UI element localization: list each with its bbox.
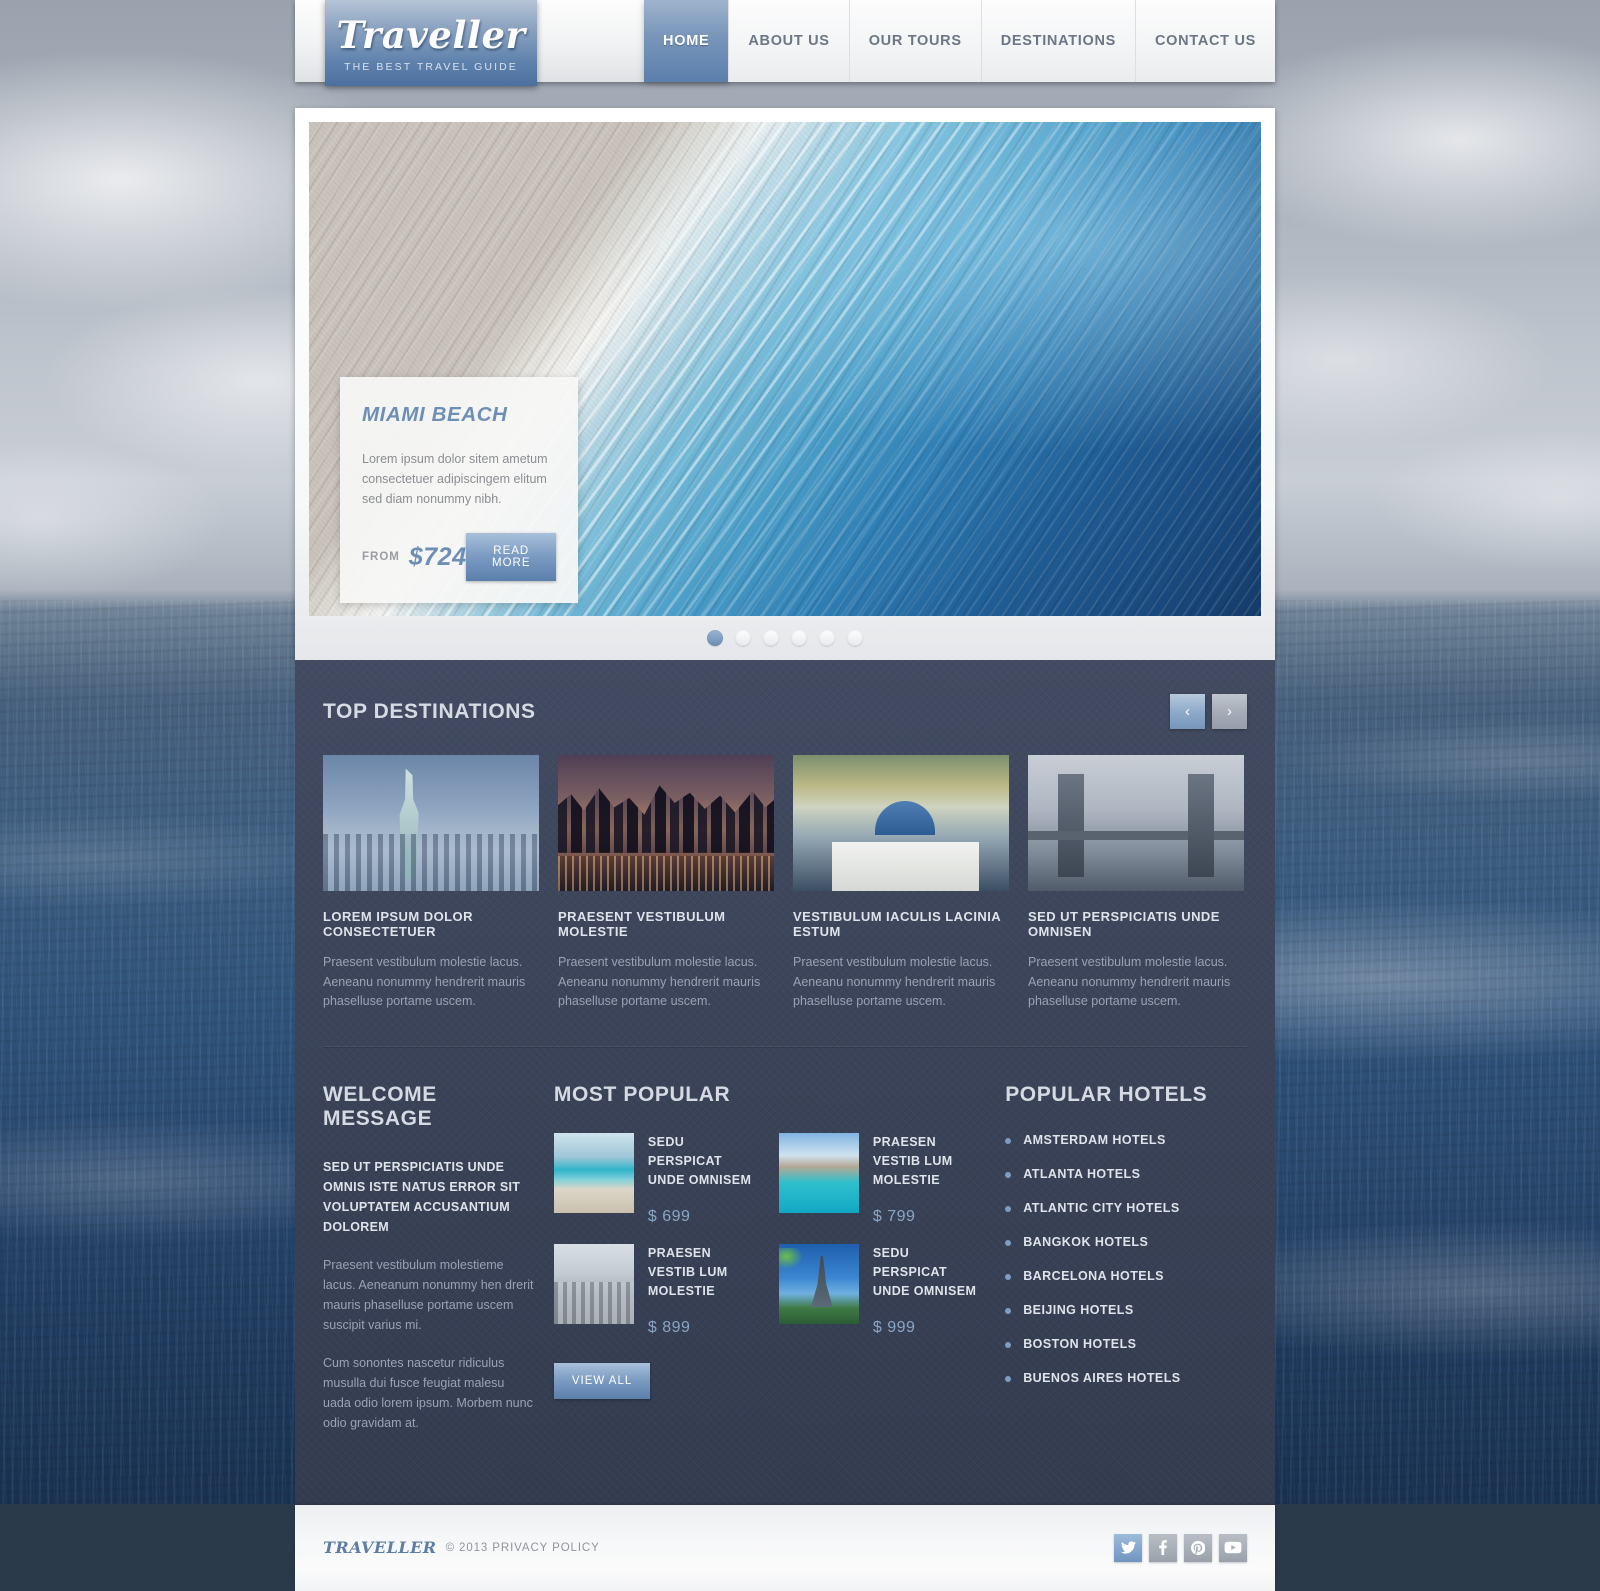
destination-card-title: SED UT PERSPICIATIS UNDE OMNISEN xyxy=(1028,909,1220,939)
logo-tagline: THE BEST TRAVEL GUIDE xyxy=(344,61,518,73)
price-from-label: FROM xyxy=(362,551,400,563)
site-container: Traveller THE BEST TRAVEL GUIDE HOME ABO… xyxy=(295,0,1275,1591)
hotel-link-beijing[interactable]: BEIJING HOTELS xyxy=(1005,1303,1247,1317)
eiffel-tower-photo xyxy=(778,1243,859,1324)
popular-item[interactable]: PRAESEN VESTIB LUM MOLESTIE $ 799 xyxy=(778,1132,982,1226)
destination-card-text: Praesent vestibulum molestie lacus. Aene… xyxy=(793,955,996,1008)
slide-title: MIAMI BEACH xyxy=(362,403,508,426)
slider-dot-5[interactable] xyxy=(819,630,835,646)
hotel-link-bangkok[interactable]: BANGKOK HOTELS xyxy=(1005,1235,1247,1249)
slide-description: Lorem ipsum dolor sitem ametum consectet… xyxy=(362,452,548,506)
chevron-right-icon[interactable]: › xyxy=(1212,694,1247,729)
top-destinations-title: TOP DESTINATIONS xyxy=(323,699,536,723)
popular-item-price: $ 899 xyxy=(647,1318,691,1336)
footer-logo[interactable]: TRAVELLER xyxy=(323,1538,437,1557)
destination-card-title: VESTIBULUM IACULIS LACINIA ESTUM xyxy=(793,909,1001,939)
social-links xyxy=(1114,1533,1247,1562)
welcome-paragraph-2: Cum sonontes nascetur ridiculus musulla … xyxy=(323,1355,533,1430)
read-more-button[interactable]: READ MORE xyxy=(466,533,556,581)
hero-slider: MIAMI BEACH Lorem ipsum dolor sitem amet… xyxy=(295,108,1275,660)
nyc-aerial-photo xyxy=(553,1243,634,1324)
popular-item-price: $ 999 xyxy=(872,1318,916,1336)
nav-item-contact-us[interactable]: CONTACT US xyxy=(1135,0,1275,82)
top-destinations-header: TOP DESTINATIONS ‹ › xyxy=(323,660,1247,755)
city-skyline-night-photo xyxy=(558,755,774,891)
twitter-icon[interactable] xyxy=(1114,1533,1142,1562)
most-popular-column: MOST POPULAR SEDU PERSPICAT UNDE OMNISEM… xyxy=(553,1082,987,1451)
destination-card-title: PRAESENT VESTIBULUM MOLESTIE xyxy=(558,909,726,939)
welcome-message-title: WELCOME MESSAGE xyxy=(323,1082,437,1130)
hotel-link-atlanta[interactable]: ATLANTA HOTELS xyxy=(1005,1167,1247,1181)
popular-item-title: SEDU PERSPICAT UNDE OMNISEM xyxy=(647,1134,752,1187)
footer-copyright[interactable]: © 2013 PRIVACY POLICY xyxy=(446,1542,600,1554)
welcome-message-subtitle: SED UT PERSPICIATIS UNDE OMNIS ISTE NATU… xyxy=(323,1159,521,1234)
hotel-link-boston[interactable]: BOSTON HOTELS xyxy=(1005,1337,1247,1351)
top-destinations-grid: LOREM IPSUM DOLOR CONSECTETUER Praesent … xyxy=(323,755,1247,1046)
popular-item[interactable]: SEDU PERSPICAT UNDE OMNISEM $ 999 xyxy=(778,1243,982,1337)
nav-item-about-us[interactable]: ABOUT US xyxy=(728,0,849,82)
slider-dot-4[interactable] xyxy=(791,630,807,646)
popular-hotels-title: POPULAR HOTELS xyxy=(1005,1082,1208,1106)
popular-item-price: $ 699 xyxy=(647,1207,691,1225)
destination-card-text: Praesent vestibulum molestie lacus. Aene… xyxy=(1028,955,1231,1008)
view-all-button[interactable]: VIEW ALL xyxy=(553,1362,651,1399)
slider-dot-2[interactable] xyxy=(735,630,751,646)
carousel-controls: ‹ › xyxy=(1170,694,1247,729)
nav-item-our-tours[interactable]: OUR TOURS xyxy=(848,0,981,82)
slider-dot-1[interactable] xyxy=(707,630,723,646)
pinterest-icon[interactable] xyxy=(1184,1533,1212,1562)
site-logo[interactable]: Traveller THE BEST TRAVEL GUIDE xyxy=(325,0,537,86)
slide-caption-card: MIAMI BEACH Lorem ipsum dolor sitem amet… xyxy=(340,377,578,603)
santorini-blue-dome-photo xyxy=(793,755,1009,891)
destination-card[interactable]: PRAESENT VESTIBULUM MOLESTIE Praesent ve… xyxy=(558,755,774,1012)
popular-item[interactable]: SEDU PERSPICAT UNDE OMNISEM $ 699 xyxy=(553,1132,757,1226)
chevron-left-icon[interactable]: ‹ xyxy=(1170,694,1205,729)
destination-card[interactable]: VESTIBULUM IACULIS LACINIA ESTUM Praesen… xyxy=(793,755,1009,1012)
lower-columns: WELCOME MESSAGE SED UT PERSPICIATIS UNDE… xyxy=(323,1047,1247,1505)
most-popular-grid: SEDU PERSPICAT UNDE OMNISEM $ 699 PRAESE… xyxy=(553,1132,987,1337)
slide-image-beach-shore: MIAMI BEACH Lorem ipsum dolor sitem amet… xyxy=(309,122,1261,616)
main-content-panel: TOP DESTINATIONS ‹ › LOREM IPSUM DOLOR C… xyxy=(295,660,1275,1505)
destination-card-title: LOREM IPSUM DOLOR CONSECTETUER xyxy=(323,909,473,939)
welcome-message-column: WELCOME MESSAGE SED UT PERSPICIATIS UNDE… xyxy=(323,1083,534,1451)
site-footer: TRAVELLER © 2013 PRIVACY POLICY xyxy=(295,1504,1275,1591)
destination-card-text: Praesent vestibulum molestie lacus. Aene… xyxy=(323,955,526,1008)
destination-card[interactable]: SED UT PERSPICIATIS UNDE OMNISEN Praesen… xyxy=(1028,755,1244,1012)
destination-card-text: Praesent vestibulum molestie lacus. Aene… xyxy=(558,955,761,1008)
popular-hotels-column: POPULAR HOTELS AMSTERDAM HOTELS ATLANTA … xyxy=(1005,1083,1247,1451)
popular-item[interactable]: PRAESEN VESTIB LUM MOLESTIE $ 899 xyxy=(553,1243,757,1337)
slider-pagination xyxy=(309,616,1261,660)
beach-photo xyxy=(553,1132,634,1213)
hotel-link-atlantic-city[interactable]: ATLANTIC CITY HOTELS xyxy=(1005,1201,1247,1215)
hotel-link-barcelona[interactable]: BARCELONA HOTELS xyxy=(1005,1269,1247,1283)
destination-card[interactable]: LOREM IPSUM DOLOR CONSECTETUER Praesent … xyxy=(323,755,539,1012)
popular-hotels-list: AMSTERDAM HOTELS ATLANTA HOTELS ATLANTIC… xyxy=(1005,1133,1247,1385)
statue-of-liberty-photo xyxy=(323,755,539,891)
most-popular-title: MOST POPULAR xyxy=(553,1082,731,1106)
facebook-icon[interactable] xyxy=(1149,1533,1177,1562)
popular-item-title: SEDU PERSPICAT UNDE OMNISEM xyxy=(872,1245,977,1298)
popular-item-price: $ 799 xyxy=(872,1207,916,1225)
nav-item-destinations[interactable]: DESTINATIONS xyxy=(980,0,1136,82)
main-navigation: HOME ABOUT US OUR TOURS DESTINATIONS CON… xyxy=(644,0,1275,82)
welcome-paragraph-1: Praesent vestibulum molestieme lacus. Ae… xyxy=(323,1257,534,1332)
popular-item-title: PRAESEN VESTIB LUM MOLESTIE xyxy=(647,1245,728,1298)
hotel-link-amsterdam[interactable]: AMSTERDAM HOTELS xyxy=(1005,1133,1247,1147)
tower-bridge-photo xyxy=(1028,755,1244,891)
site-header: Traveller THE BEST TRAVEL GUIDE HOME ABO… xyxy=(295,0,1275,86)
lagoon-photo xyxy=(778,1132,859,1213)
hotel-link-buenos-aires[interactable]: BUENOS AIRES HOTELS xyxy=(1005,1371,1247,1385)
youtube-icon[interactable] xyxy=(1219,1533,1247,1562)
slider-dot-6[interactable] xyxy=(847,630,863,646)
nav-item-home[interactable]: HOME xyxy=(644,0,729,82)
logo-wordmark: Traveller xyxy=(336,13,526,57)
slide-caption-footer: FROM $724 READ MORE xyxy=(362,533,556,581)
popular-item-title: PRAESEN VESTIB LUM MOLESTIE xyxy=(872,1134,953,1187)
slide-price: $724 xyxy=(408,542,467,571)
slider-dot-3[interactable] xyxy=(763,630,779,646)
